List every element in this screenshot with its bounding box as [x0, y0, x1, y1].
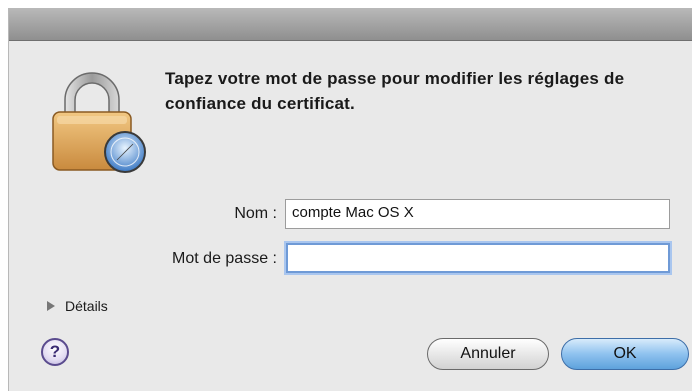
- help-button[interactable]: ?: [41, 338, 69, 366]
- details-label: Détails: [65, 298, 108, 314]
- details-disclosure[interactable]: Détails: [47, 298, 108, 314]
- title-bar[interactable]: [9, 8, 692, 41]
- name-label: Nom :: [234, 205, 277, 222]
- name-field[interactable]: compte Mac OS X: [285, 199, 670, 229]
- cancel-button[interactable]: Annuler: [427, 338, 549, 370]
- ok-button[interactable]: OK: [561, 338, 689, 370]
- password-field[interactable]: [286, 243, 670, 273]
- disclosure-triangle-icon[interactable]: [47, 301, 55, 311]
- padlock-icon: [47, 66, 151, 176]
- password-label: Mot de passe :: [172, 250, 277, 267]
- authentication-dialog: Tapez votre mot de passe pour modifier l…: [8, 8, 692, 391]
- dialog-message: Tapez votre mot de passe pour modifier l…: [165, 69, 625, 113]
